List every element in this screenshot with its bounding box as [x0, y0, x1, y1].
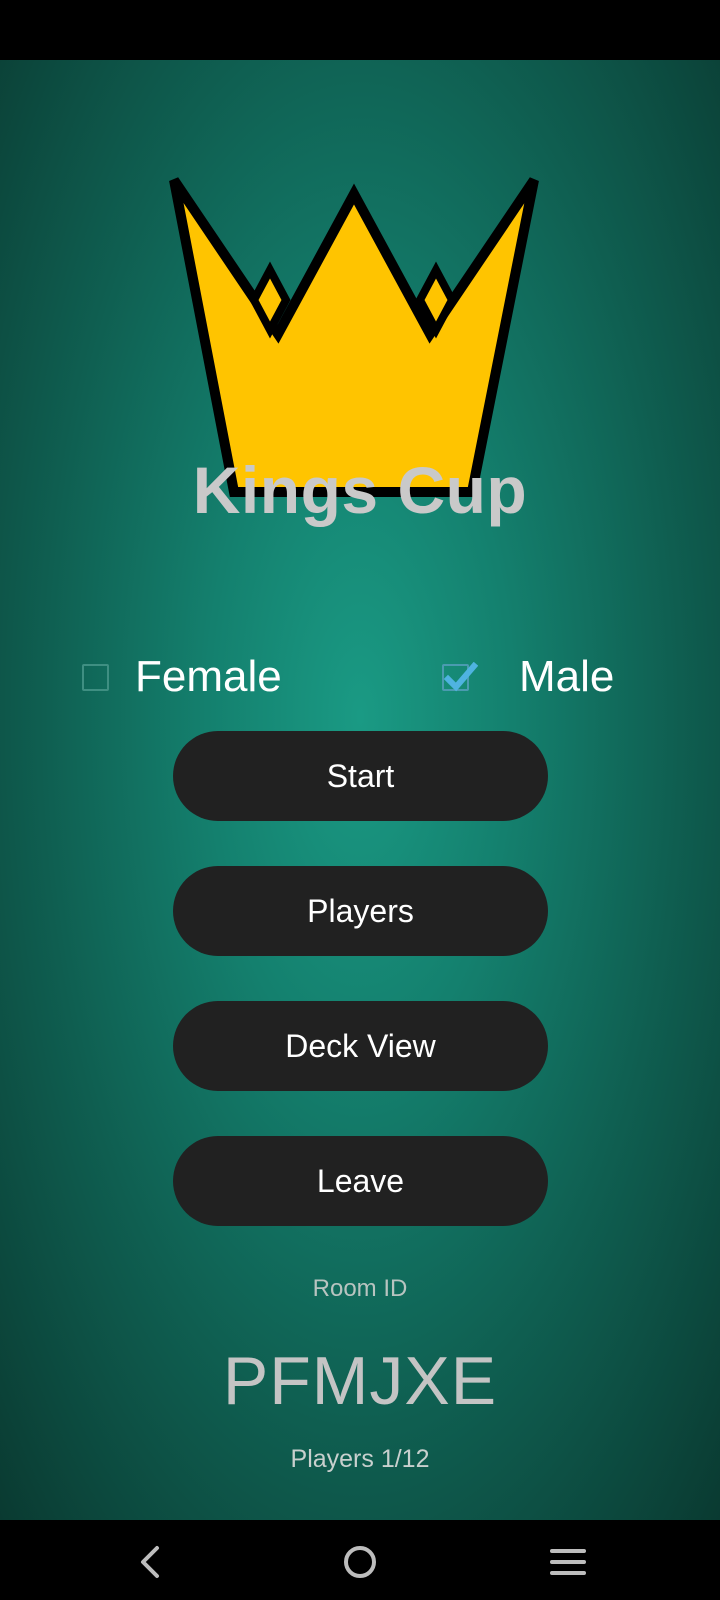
deck-view-button[interactable]: Deck View	[173, 1001, 548, 1091]
crown-icon	[169, 177, 539, 497]
check-icon	[444, 661, 478, 691]
female-label[interactable]: Female	[135, 652, 282, 702]
leave-button[interactable]: Leave	[173, 1136, 548, 1226]
home-icon[interactable]	[338, 1540, 382, 1584]
room-id-value: PFMJXE	[222, 1343, 498, 1419]
male-label[interactable]: Male	[519, 652, 614, 702]
menu-icon[interactable]	[546, 1540, 590, 1584]
app-area: Kings Cup Female Male Start Players Deck…	[0, 60, 720, 1520]
players-count: Players 1/12	[290, 1445, 430, 1473]
female-checkbox[interactable]	[82, 663, 109, 691]
female-option[interactable]: Female	[82, 652, 282, 702]
navigation-bar	[0, 1520, 720, 1600]
screen: Kings Cup Female Male Start Players Deck…	[0, 0, 720, 1600]
start-button[interactable]: Start	[173, 731, 548, 821]
back-icon[interactable]	[131, 1540, 175, 1584]
male-checkbox[interactable]	[442, 661, 478, 691]
room-id-label: Room ID	[312, 1275, 408, 1302]
male-option[interactable]: Male	[442, 652, 614, 702]
players-button[interactable]: Players	[173, 866, 548, 956]
app-title: Kings Cup	[192, 453, 528, 527]
status-bar	[0, 0, 720, 60]
